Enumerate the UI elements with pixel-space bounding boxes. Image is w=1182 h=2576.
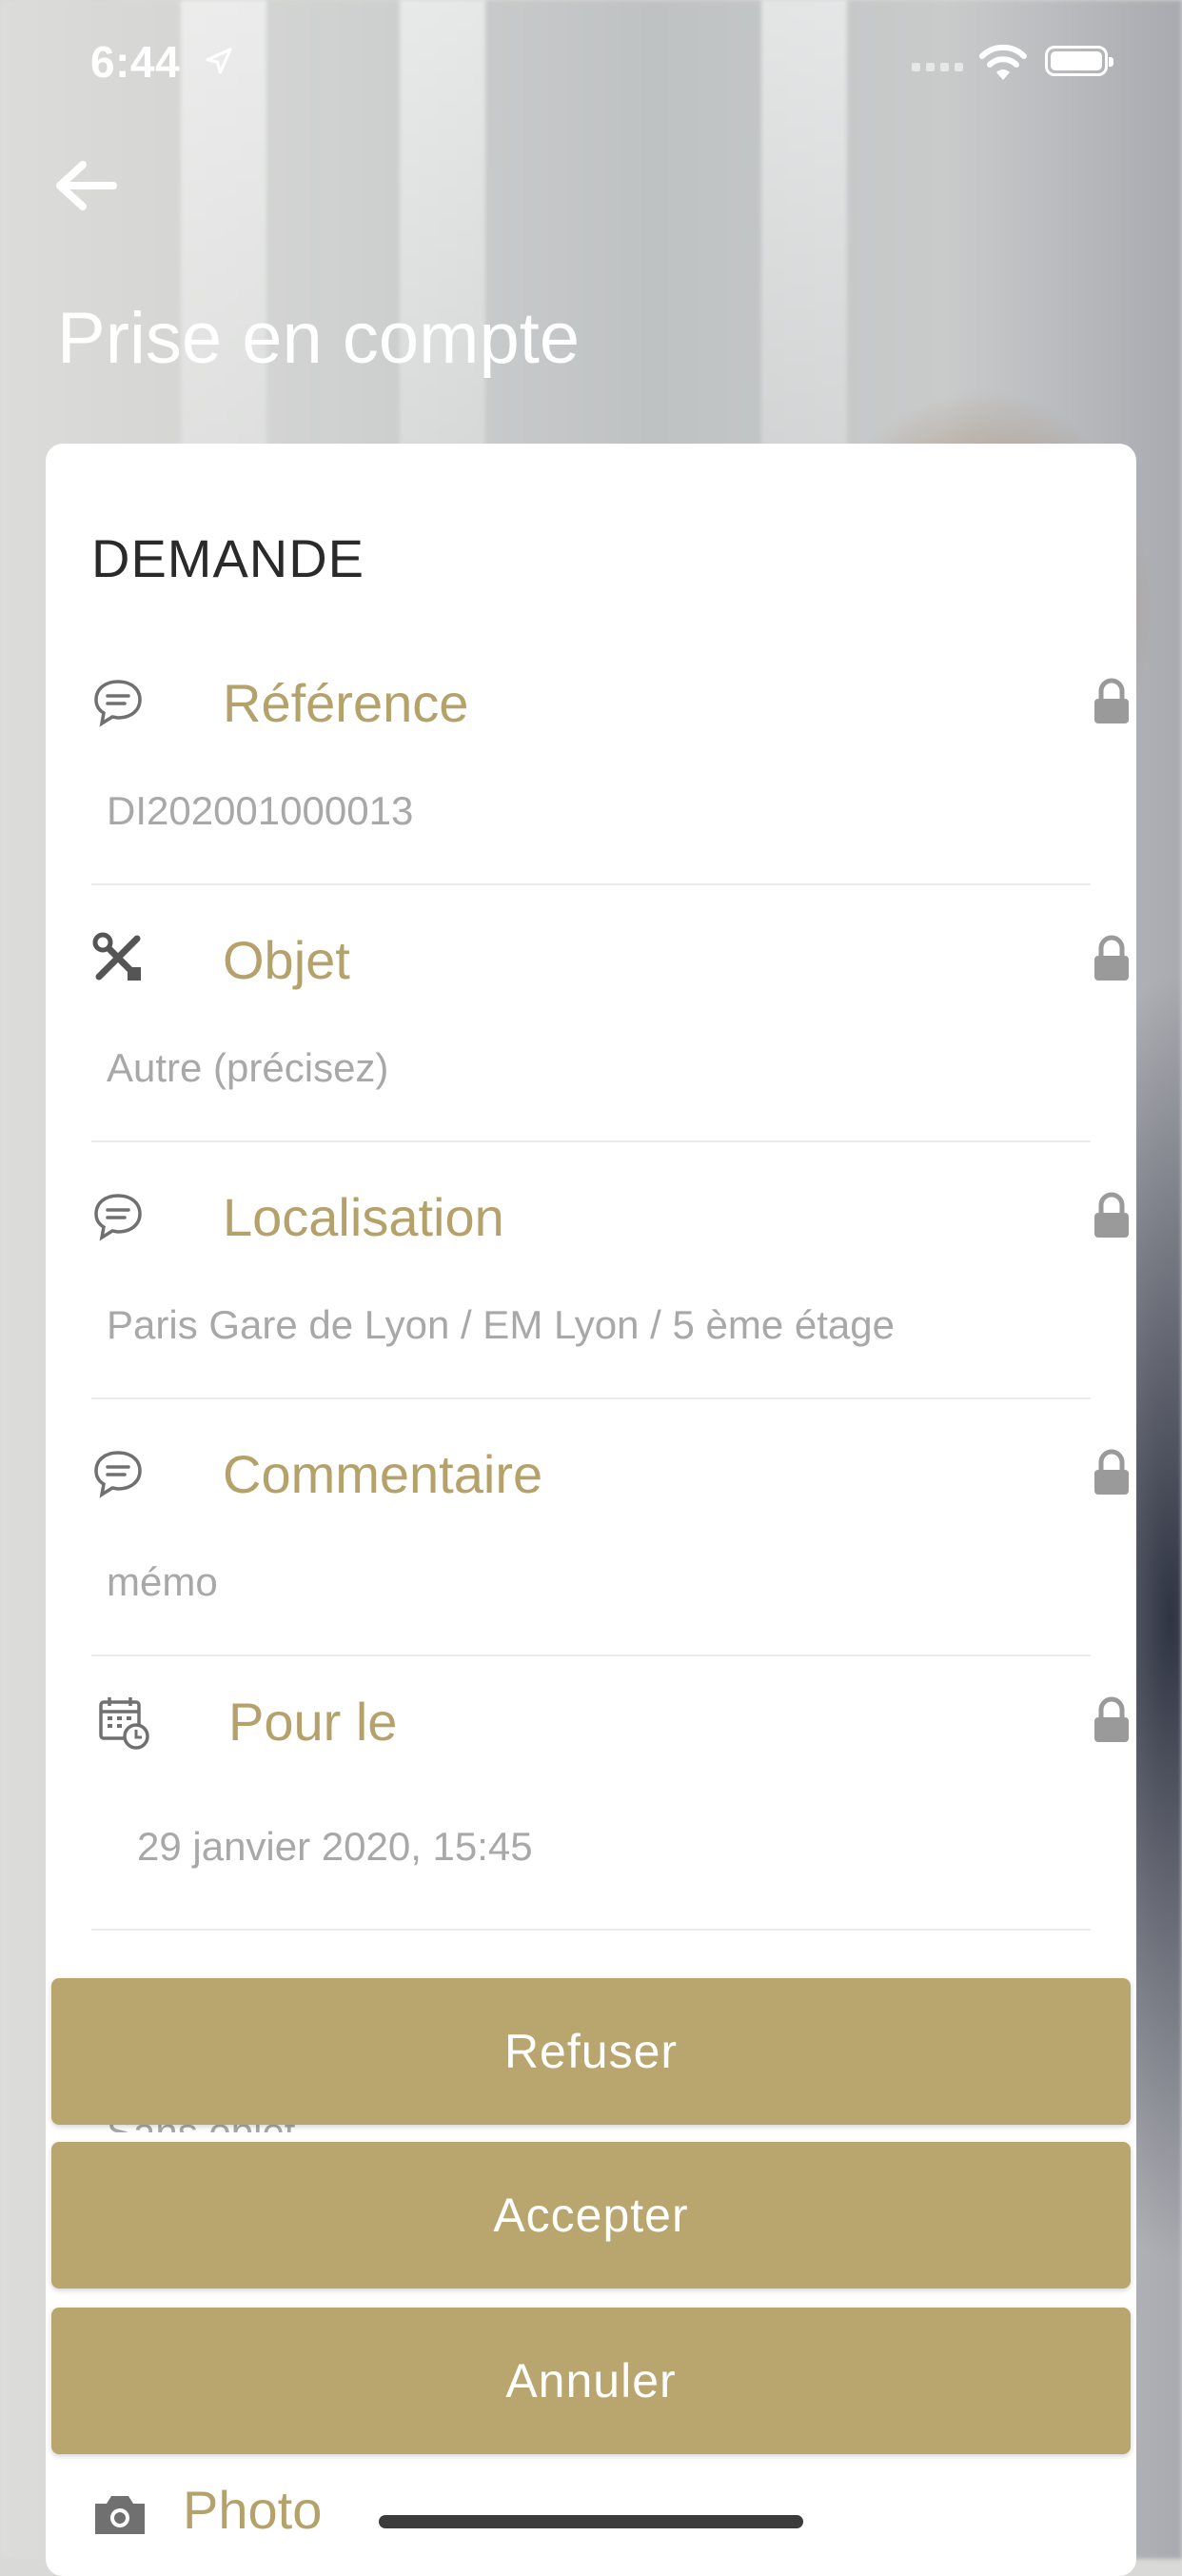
field-label: Photo — [183, 2480, 323, 2540]
field-label: Pour le — [228, 1692, 398, 1752]
field-value: Autre (précisez) — [107, 1045, 389, 1090]
chat-bubble-icon — [91, 1190, 148, 1247]
section-title: DEMANDE — [91, 528, 365, 588]
lock-icon — [1093, 935, 1131, 984]
wifi-icon — [978, 44, 1028, 87]
divider — [91, 1655, 1091, 1656]
field-value: DI202001000013 — [107, 788, 414, 833]
field-label: Référence — [223, 673, 469, 733]
location-arrow-icon — [204, 46, 234, 81]
divider — [91, 1929, 1091, 1931]
lock-icon — [1093, 1192, 1131, 1241]
tools-icon — [91, 931, 148, 988]
camera-icon — [91, 2492, 148, 2543]
home-indicator[interactable] — [379, 2515, 803, 2528]
page-title: Prise en compte — [57, 298, 581, 379]
status-bar: 6:44 — [0, 0, 1182, 124]
chat-bubble-icon — [91, 1447, 148, 1504]
field-label: Commentaire — [223, 1444, 543, 1504]
field-label: Objet — [223, 930, 350, 990]
field-label: Localisation — [223, 1187, 504, 1247]
divider — [91, 883, 1091, 885]
lock-icon — [1093, 1449, 1131, 1498]
arrow-left-icon — [56, 161, 117, 210]
field-value: 29 janvier 2020, 15:45 — [137, 1824, 533, 1869]
refuse-button[interactable]: Refuser — [51, 1978, 1131, 2125]
divider — [91, 1140, 1091, 1142]
field-value: mémo — [107, 1559, 218, 1604]
back-button[interactable] — [52, 157, 128, 224]
battery-icon — [1045, 46, 1113, 76]
status-time: 6:44 — [90, 37, 181, 87]
accept-button[interactable]: Accepter — [51, 2142, 1131, 2289]
field-value: Paris Gare de Lyon / EM Lyon / 5 ème éta… — [107, 1302, 896, 1347]
cancel-button[interactable]: Annuler — [51, 2308, 1131, 2454]
cellular-signal-icon — [912, 59, 969, 76]
divider — [91, 1397, 1091, 1399]
lock-icon — [1093, 678, 1131, 727]
lock-icon — [1093, 1696, 1131, 1746]
calendar-clock-icon — [97, 1694, 154, 1752]
chat-bubble-icon — [91, 676, 148, 733]
